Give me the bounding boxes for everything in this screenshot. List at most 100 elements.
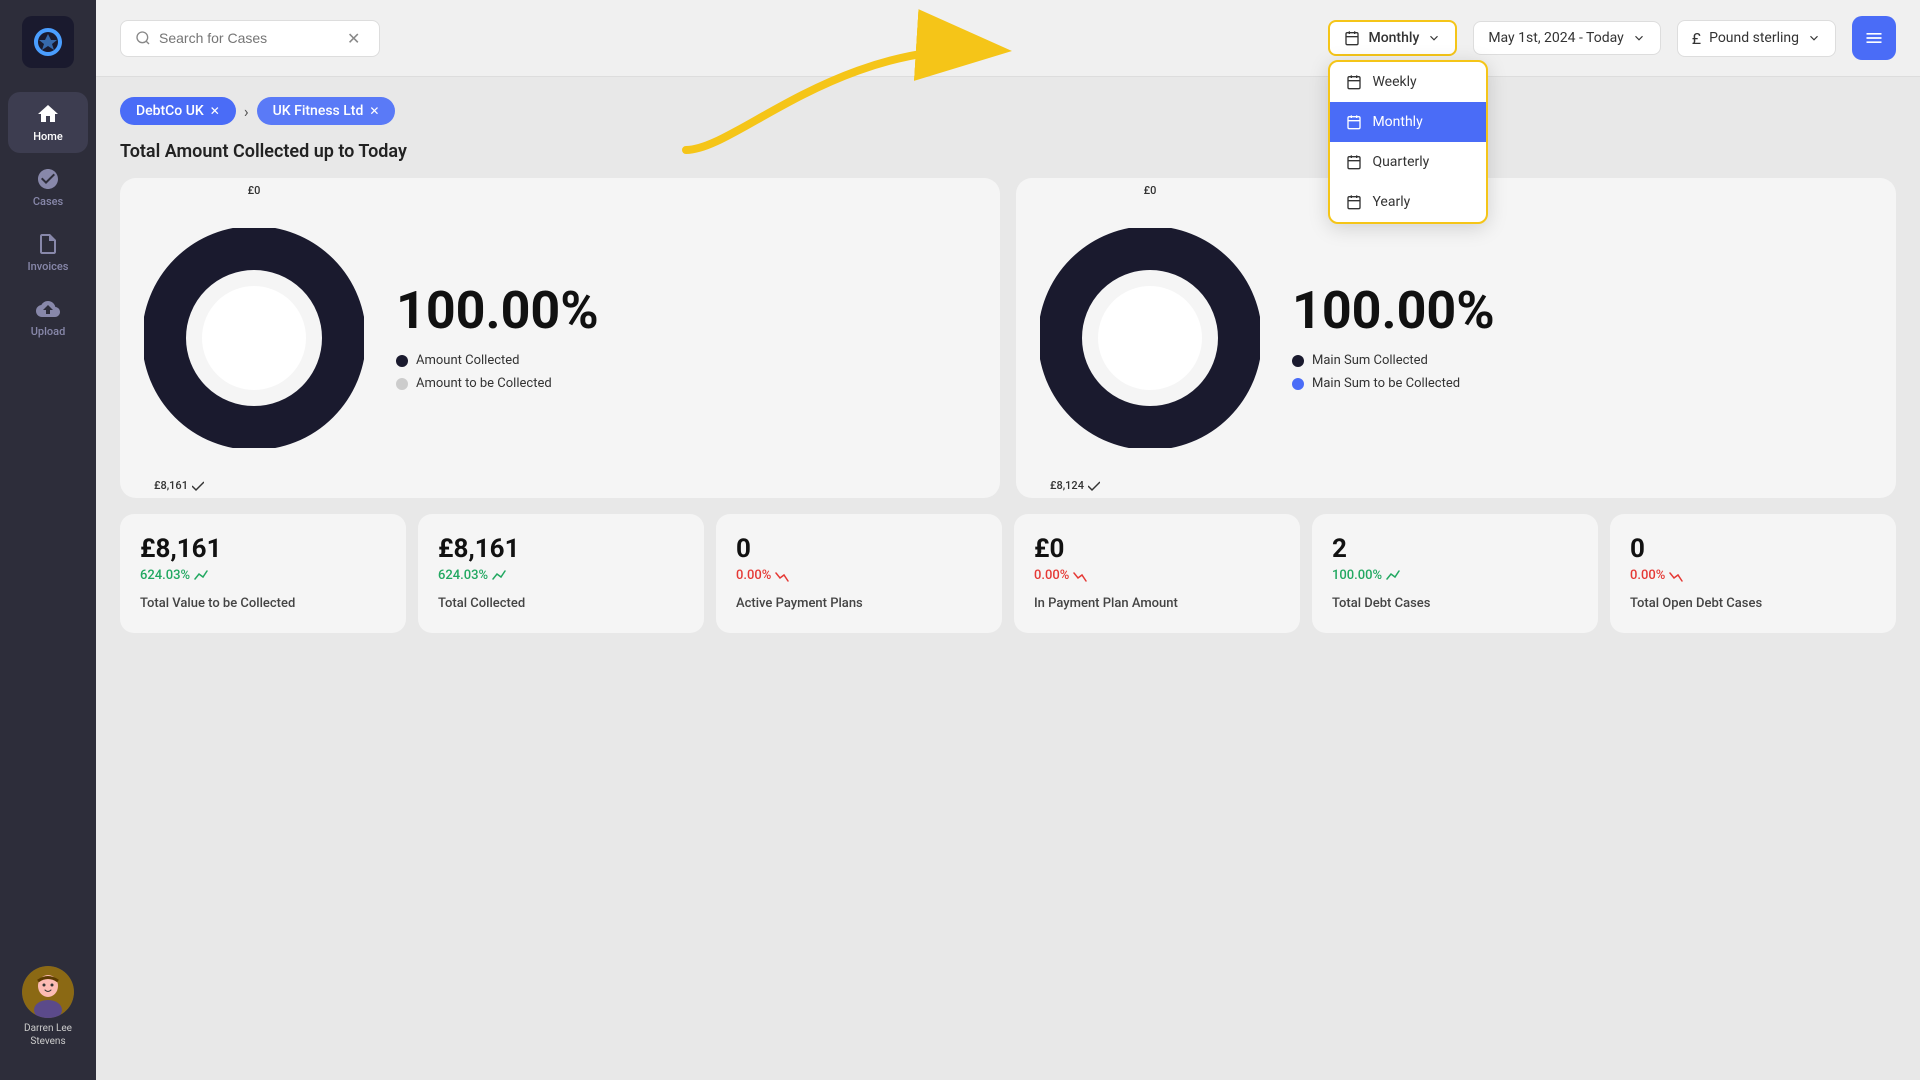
legend-label-collected: Amount Collected — [416, 353, 520, 368]
stat-card-6: 0 0.00% Total Open Debt Cases — [1610, 514, 1896, 633]
charts-row: £0 £8,161 100.00% — [120, 178, 1896, 498]
sidebar-item-cases-label: Cases — [33, 195, 63, 208]
sidebar-item-invoices[interactable]: Invoices — [8, 222, 88, 283]
date-range-button[interactable]: May 1st, 2024 - Today — [1473, 21, 1660, 55]
legend-label-to-collect: Amount to be Collected — [416, 376, 552, 391]
chart1-donut — [144, 228, 364, 448]
stat-card-5: 2 100.00% Total Debt Cases — [1312, 514, 1598, 633]
period-yearly-label: Yearly — [1372, 194, 1410, 210]
trend-down-icon-6 — [1669, 569, 1683, 583]
breadcrumb-debtco-label: DebtCo UK — [136, 103, 204, 119]
period-label: Monthly — [1368, 30, 1419, 46]
stat-value-4: £0 — [1034, 534, 1280, 564]
stat-change-value-6: 0.00% — [1630, 568, 1665, 583]
trend-up-icon-1 — [194, 569, 208, 583]
stat-value-5: 2 — [1332, 534, 1578, 564]
period-weekly-label: Weekly — [1372, 74, 1416, 90]
stat-change-5: 100.00% — [1332, 568, 1578, 583]
chevron-down-icon-currency — [1807, 31, 1821, 45]
stat-label-2: Total Collected — [438, 595, 684, 613]
stat-change-4: 0.00% — [1034, 568, 1280, 583]
sidebar-item-invoices-label: Invoices — [28, 260, 69, 273]
stat-change-2: 624.03% — [438, 568, 684, 583]
sidebar-item-home[interactable]: Home — [8, 92, 88, 153]
trend-up-icon-2 — [492, 569, 506, 583]
breadcrumb-ukfitness-label: UK Fitness Ltd — [273, 103, 364, 119]
chart2-legend: Main Sum Collected Main Sum to be Collec… — [1292, 353, 1495, 391]
stat-card-1: £8,161 624.03% Total Value to be Collect… — [120, 514, 406, 633]
breadcrumb-close-icon[interactable]: ✕ — [210, 104, 220, 118]
main-content: ✕ Monthly Weekly Monthly — [96, 0, 1920, 1080]
sidebar-item-cases[interactable]: Cases — [8, 157, 88, 218]
sidebar-user[interactable]: Darren Lee Stevens — [0, 950, 96, 1064]
legend-label-main-to-collect: Main Sum to be Collected — [1312, 376, 1460, 391]
chart1-percent: 100.00% — [396, 285, 599, 337]
sidebar-item-upload-label: Upload — [31, 325, 66, 338]
chevron-down-icon — [1427, 31, 1441, 45]
chart-card-2: £0 £8,124 100.00% — [1016, 178, 1896, 498]
chart2-donut — [1040, 228, 1260, 448]
logo[interactable] — [22, 16, 74, 68]
period-button[interactable]: Monthly — [1328, 20, 1457, 56]
chart2-percent: 100.00% — [1292, 285, 1495, 337]
sidebar: Home Cases Invoices Upload — [0, 0, 96, 1080]
period-dropdown-wrapper: Monthly Weekly Monthly Quarterly — [1328, 20, 1457, 56]
breadcrumb-debtco[interactable]: DebtCo UK ✕ — [120, 97, 236, 125]
sidebar-item-home-label: Home — [33, 130, 63, 143]
chart1-legend: Amount Collected Amount to be Collected — [396, 353, 599, 391]
close-icon[interactable]: ✕ — [347, 29, 360, 48]
calendar-icon-weekly — [1346, 74, 1362, 90]
search-icon — [135, 30, 151, 46]
stat-label-4: In Payment Plan Amount — [1034, 595, 1280, 613]
trend-down-icon-4 — [1073, 569, 1087, 583]
currency-button[interactable]: £ Pound sterling — [1677, 20, 1836, 57]
period-option-weekly[interactable]: Weekly — [1330, 62, 1486, 102]
stat-change-value-5: 100.00% — [1332, 568, 1382, 583]
period-option-quarterly[interactable]: Quarterly — [1330, 142, 1486, 182]
legend-dot-collected — [396, 355, 408, 367]
stat-change-1: 624.03% — [140, 568, 386, 583]
avatar — [22, 966, 74, 1018]
user-name: Darren Lee Stevens — [8, 1022, 88, 1048]
stat-change-value-4: 0.00% — [1034, 568, 1069, 583]
currency-label: Pound sterling — [1709, 30, 1799, 46]
legend-item-4: Main Sum to be Collected — [1292, 376, 1495, 391]
legend-item-3: Main Sum Collected — [1292, 353, 1495, 368]
stat-value-1: £8,161 — [140, 534, 386, 564]
calendar-icon-monthly — [1346, 114, 1362, 130]
search-input[interactable] — [159, 30, 339, 46]
chart2-bottom-label: £8,124 — [1050, 479, 1100, 492]
user-menu-button[interactable] — [1852, 16, 1896, 60]
chart2-info: 100.00% Main Sum Collected Main Sum to b… — [1292, 285, 1495, 391]
content-area: DebtCo UK ✕ › UK Fitness Ltd ✕ Total Amo… — [96, 77, 1920, 1080]
period-option-yearly[interactable]: Yearly — [1330, 182, 1486, 222]
chart1-bottom-label: £8,161 — [154, 479, 204, 492]
period-monthly-label: Monthly — [1372, 114, 1422, 130]
calendar-icon-quarterly — [1346, 154, 1362, 170]
sidebar-item-upload[interactable]: Upload — [8, 287, 88, 348]
stat-change-6: 0.00% — [1630, 568, 1876, 583]
breadcrumb-ukfitness[interactable]: UK Fitness Ltd ✕ — [257, 97, 396, 125]
currency-symbol: £ — [1692, 29, 1701, 48]
chart1-top-label: £0 — [248, 184, 261, 197]
legend-dot-to-collect — [396, 378, 408, 390]
stat-change-value-2: 624.03% — [438, 568, 488, 583]
legend-item-1: Amount Collected — [396, 353, 599, 368]
breadcrumb-ukfitness-close-icon[interactable]: ✕ — [369, 104, 379, 118]
legend-dot-main-collected — [1292, 355, 1304, 367]
legend-item-2: Amount to be Collected — [396, 376, 599, 391]
period-option-monthly[interactable]: Monthly — [1330, 102, 1486, 142]
sidebar-nav: Home Cases Invoices Upload — [0, 92, 96, 950]
stat-value-6: 0 — [1630, 534, 1876, 564]
chevron-down-icon-date — [1632, 31, 1646, 45]
search-bar[interactable]: ✕ — [120, 20, 380, 57]
stat-card-3: 0 0.00% Active Payment Plans — [716, 514, 1002, 633]
stats-row: £8,161 624.03% Total Value to be Collect… — [120, 514, 1896, 633]
stat-value-2: £8,161 — [438, 534, 684, 564]
calendar-icon-yearly — [1346, 194, 1362, 210]
trend-down-icon-3 — [775, 569, 789, 583]
stat-value-3: 0 — [736, 534, 982, 564]
stat-card-4: £0 0.00% In Payment Plan Amount — [1014, 514, 1300, 633]
menu-icon — [1864, 28, 1884, 48]
calendar-icon — [1344, 30, 1360, 46]
